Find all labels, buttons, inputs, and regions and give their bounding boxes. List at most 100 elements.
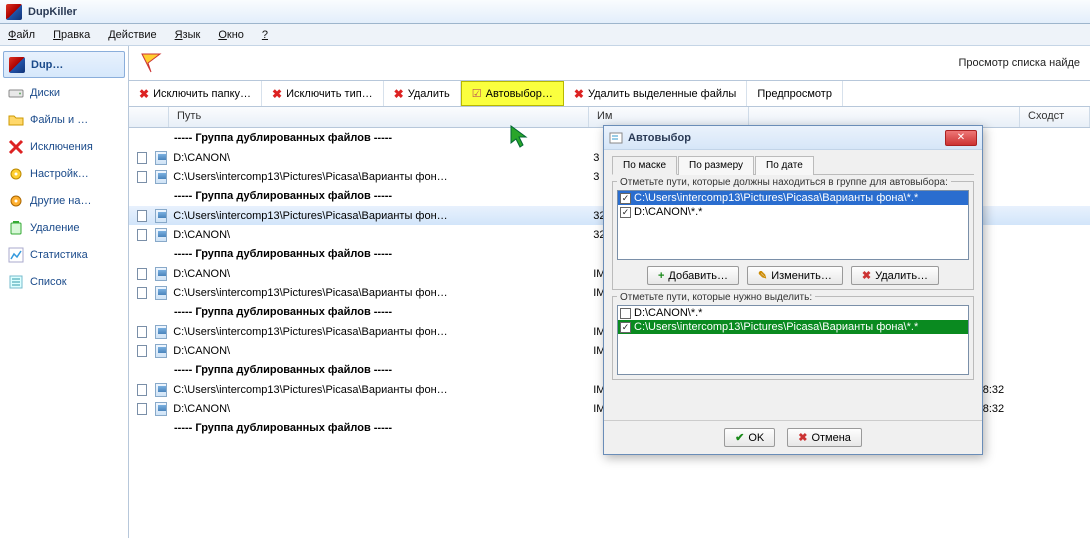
item-text: D:\CANON\*.* <box>634 206 702 218</box>
sidebar-item-2[interactable]: Файлы и … <box>0 106 128 133</box>
row-checkbox[interactable] <box>137 403 147 415</box>
list-select-paths[interactable]: D:\CANON\*.*✓C:\Users\intercomp13\Pictur… <box>617 305 969 375</box>
row-checkbox[interactable] <box>137 171 147 183</box>
title-bar: DupKiller <box>0 0 1090 24</box>
remove-button[interactable]: ✖Удалить… <box>851 266 939 285</box>
row-checkbox[interactable] <box>137 229 147 241</box>
list-item[interactable]: D:\CANON\*.* <box>618 306 968 320</box>
exclude-folder-button[interactable]: ✖Исключить папку… <box>129 81 262 106</box>
sidebar-item-label: Файлы и … <box>30 114 88 126</box>
close-button[interactable]: ✕ <box>945 130 977 146</box>
sidebar-item-0[interactable]: Dup… <box>3 51 125 78</box>
file-icon <box>155 228 168 242</box>
cancel-button[interactable]: ✖Отмена <box>787 428 862 447</box>
col-name[interactable]: Им <box>589 107 749 127</box>
menu-bar: Файл Правка Действие Язык Окно ? <box>0 24 1090 46</box>
item-checkbox[interactable]: ✓ <box>620 207 631 218</box>
row-checkbox[interactable] <box>137 326 147 338</box>
cell-path: C:\Users\intercomp13\Pictures\Picasa\Вар… <box>173 384 593 396</box>
sidebar-item-label: Список <box>30 276 67 288</box>
row-checkbox[interactable] <box>137 287 147 299</box>
tab-date[interactable]: По дате <box>755 156 814 175</box>
edit-button[interactable]: ✎Изменить… <box>747 266 843 285</box>
sidebar-item-4[interactable]: Настройк… <box>0 160 128 187</box>
x-icon: ✖ <box>272 87 282 101</box>
col-check[interactable] <box>129 107 169 127</box>
app-title: DupKiller <box>28 6 77 18</box>
x-icon: ✖ <box>862 269 871 282</box>
menu-edit[interactable]: Правка <box>53 29 90 41</box>
list-item[interactable]: ✓D:\CANON\*.* <box>618 205 968 219</box>
gear2-icon <box>8 193 24 209</box>
row-checkbox[interactable] <box>137 152 147 164</box>
cell-path: D:\CANON\ <box>173 268 593 280</box>
cell-path: C:\Users\intercomp13\Pictures\Picasa\Вар… <box>173 287 593 299</box>
sidebar-item-label: Настройк… <box>30 168 89 180</box>
sidebar-item-label: Другие на… <box>30 195 91 207</box>
item-checkbox[interactable]: ✓ <box>620 193 631 204</box>
cell-path: D:\CANON\ <box>173 152 593 164</box>
delete-selected-button[interactable]: ✖Удалить выделенные файлы <box>564 81 747 106</box>
menu-action[interactable]: Действие <box>108 29 156 41</box>
tab-mask[interactable]: По маске <box>612 156 677 175</box>
dialog-title: Автовыбор <box>628 132 945 144</box>
file-icon <box>155 267 168 281</box>
sidebar-item-8[interactable]: Список <box>0 268 128 295</box>
sidebar-item-3[interactable]: Исключения <box>0 133 128 160</box>
auto-select-button[interactable]: ☑Автовыбор… <box>461 81 564 106</box>
sidebar-item-label: Dup… <box>31 59 63 71</box>
list-item[interactable]: ✓C:\Users\intercomp13\Pictures\Picasa\Ва… <box>618 320 968 334</box>
cell-path: C:\Users\intercomp13\Pictures\Picasa\Вар… <box>173 210 593 222</box>
folder-icon <box>8 112 24 128</box>
row-checkbox[interactable] <box>137 384 147 396</box>
preview-button[interactable]: Предпросмотр <box>747 81 843 106</box>
item-checkbox[interactable]: ✓ <box>620 322 631 333</box>
tab-size[interactable]: По размеру <box>678 156 754 175</box>
dialog-titlebar[interactable]: Автовыбор ✕ <box>604 126 982 150</box>
col-path[interactable]: Путь <box>169 107 589 127</box>
header-row: Просмотр списка найде <box>129 46 1090 81</box>
menu-help[interactable]: ? <box>262 29 268 41</box>
sidebar-item-6[interactable]: Удаление <box>0 214 128 241</box>
pencil-icon: ✎ <box>758 269 767 282</box>
dialog-tabs: По маске По размеру По дате <box>612 156 974 175</box>
col-similarity[interactable]: Сходст <box>1020 107 1090 127</box>
row-checkbox[interactable] <box>137 268 147 280</box>
add-button[interactable]: +Добавить… <box>647 266 739 285</box>
sidebar-item-7[interactable]: Статистика <box>0 241 128 268</box>
item-text: C:\Users\intercomp13\Pictures\Picasa\Вар… <box>634 192 918 204</box>
gear-icon <box>8 166 24 182</box>
menu-file[interactable]: Файл <box>8 29 35 41</box>
select-paths-fieldset: Отметьте пути, которые нужно выделить: D… <box>612 296 974 380</box>
sidebar-item-label: Диски <box>30 87 60 99</box>
app-big-icon <box>139 51 163 75</box>
col-mid[interactable] <box>749 107 1020 127</box>
x-icon: ✖ <box>798 431 807 444</box>
ok-button[interactable]: ✔OK <box>724 428 775 447</box>
sidebar-item-label: Исключения <box>30 141 93 153</box>
sidebar-item-5[interactable]: Другие на… <box>0 187 128 214</box>
row-checkbox[interactable] <box>137 345 147 357</box>
sidebar-item-1[interactable]: Диски <box>0 79 128 106</box>
auto-select-dialog: Автовыбор ✕ По маске По размеру По дате … <box>603 125 983 455</box>
cell-path: C:\Users\intercomp13\Pictures\Picasa\Вар… <box>173 326 593 338</box>
list-item[interactable]: ✓C:\Users\intercomp13\Pictures\Picasa\Ва… <box>618 191 968 205</box>
list-icon <box>8 274 24 290</box>
toolbar: ✖Исключить папку… ✖Исключить тип… ✖Удали… <box>129 81 1090 107</box>
file-icon <box>155 286 168 300</box>
item-checkbox[interactable] <box>620 308 631 319</box>
menu-window[interactable]: Окно <box>218 29 244 41</box>
dialog-footer: ✔OK ✖Отмена <box>604 420 982 454</box>
sidebar-item-label: Удаление <box>30 222 80 234</box>
menu-lang[interactable]: Язык <box>175 29 201 41</box>
row-checkbox[interactable] <box>137 210 147 222</box>
x-icon: ✖ <box>394 87 404 101</box>
stats-icon <box>8 247 24 263</box>
delete-button[interactable]: ✖Удалить <box>384 81 461 106</box>
item-text: D:\CANON\*.* <box>634 307 702 319</box>
exclude-icon <box>8 139 24 155</box>
list-group-paths[interactable]: ✓C:\Users\intercomp13\Pictures\Picasa\Ва… <box>617 190 969 260</box>
file-icon <box>155 402 168 416</box>
plus-icon: + <box>658 270 664 282</box>
exclude-type-button[interactable]: ✖Исключить тип… <box>262 81 384 106</box>
